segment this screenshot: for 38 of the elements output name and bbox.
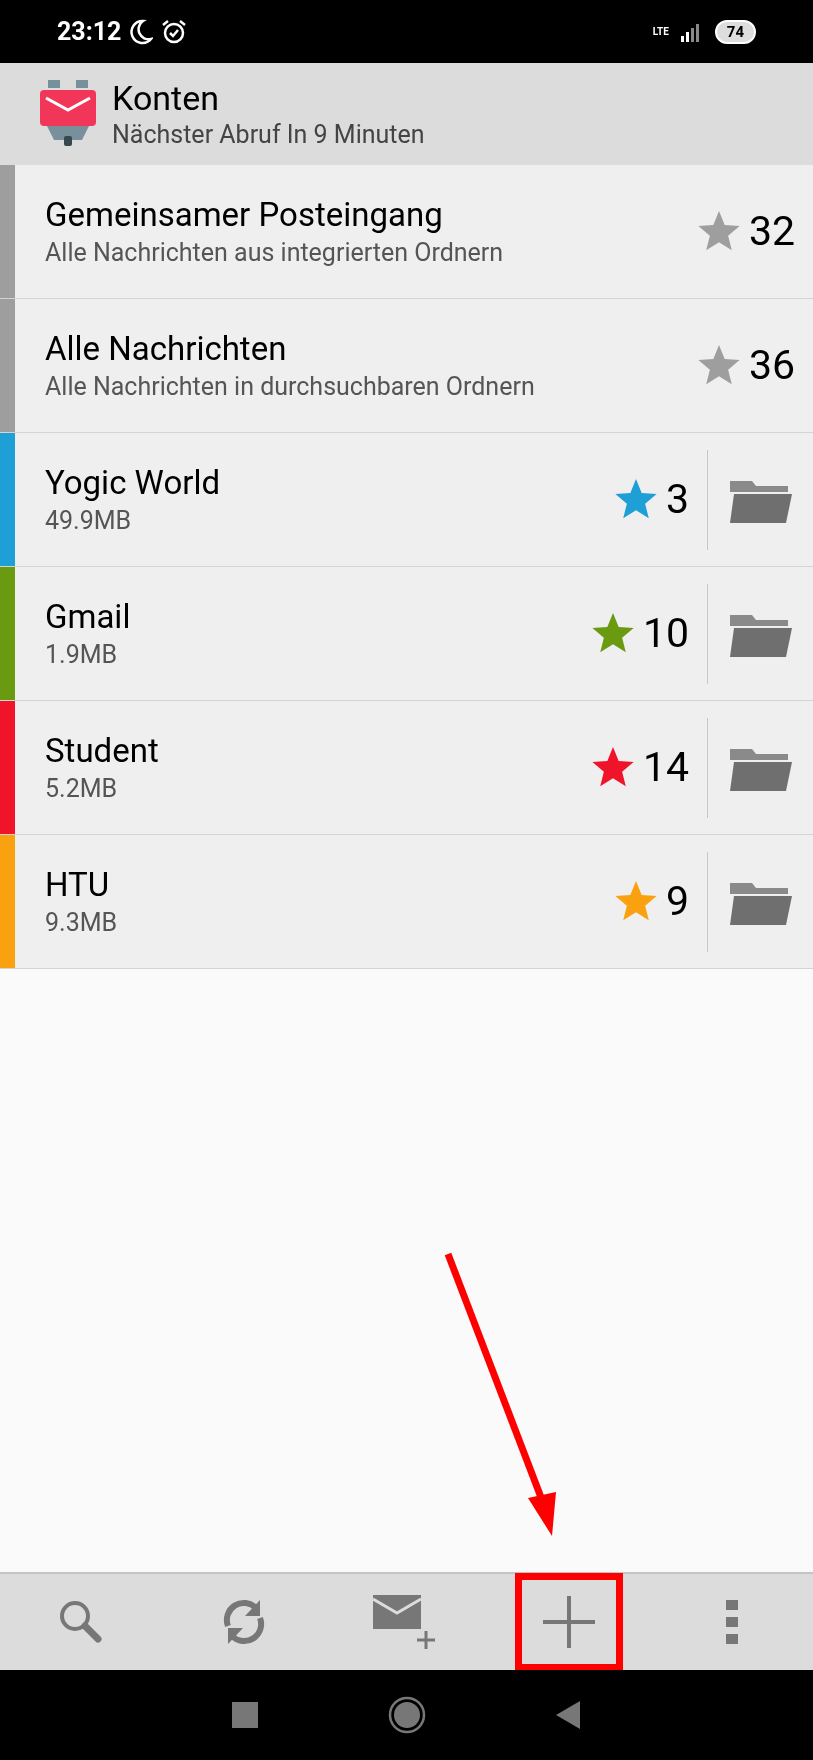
account-row[interactable]: HTU 9.3MB 9: [0, 835, 813, 969]
account-detail: Alle Nachrichten in durchsuchbaren Ordnern: [45, 370, 536, 403]
account-row[interactable]: Gmail 1.9MB 10: [0, 567, 813, 701]
plus-icon: [543, 1596, 596, 1648]
unread-count: 36: [748, 339, 795, 391]
account-name: Gmail: [45, 595, 132, 638]
moon-icon: [129, 18, 154, 45]
account-row[interactable]: Student 5.2MB 14: [0, 701, 813, 835]
back-icon[interactable]: [555, 1701, 582, 1729]
account-name: Alle Nachrichten: [45, 327, 288, 370]
clock-time: 23:12: [57, 15, 122, 48]
unread-count: 10: [642, 607, 689, 659]
account-detail: 5.2MB: [45, 772, 119, 805]
account-row[interactable]: Alle Nachrichten Alle Nachrichten in durchsuchbaren Ordnern 36: [0, 299, 813, 433]
app-title: Konten: [112, 77, 220, 119]
account-detail: 49.9MB: [45, 504, 133, 537]
more-icon: [725, 1600, 738, 1644]
unread-count: 9: [665, 875, 689, 927]
app-subtitle: Nächster Abruf In 9 Minuten: [112, 119, 425, 151]
alarm-icon: [161, 18, 188, 45]
account-row[interactable]: Gemeinsamer Posteingang Alle Nachrichten aus integrierten Ordnern 32: [0, 165, 813, 299]
unread-count: 32: [748, 205, 795, 257]
account-name: Student: [45, 729, 160, 772]
toolbar-button[interactable]: [515, 1573, 624, 1671]
network-type: LTE: [652, 26, 669, 37]
app-logo-icon: [40, 80, 96, 148]
account-detail: Alle Nachrichten aus integrierten Ordnern: [45, 236, 505, 269]
unread-count: 14: [642, 741, 689, 793]
account-name: Yogic World: [45, 461, 222, 504]
account-row[interactable]: Yogic World 49.9MB 3: [0, 433, 813, 567]
battery-indicator: 74: [714, 19, 756, 44]
unread-count: 3: [665, 473, 689, 525]
account-detail: 9.3MB: [45, 906, 119, 939]
home-icon[interactable]: [387, 1696, 426, 1734]
account-name: HTU: [45, 863, 111, 906]
square-icon[interactable]: [231, 1702, 258, 1728]
account-name: Gemeinsamer Posteingang: [45, 193, 444, 236]
account-detail: 1.9MB: [45, 638, 119, 671]
